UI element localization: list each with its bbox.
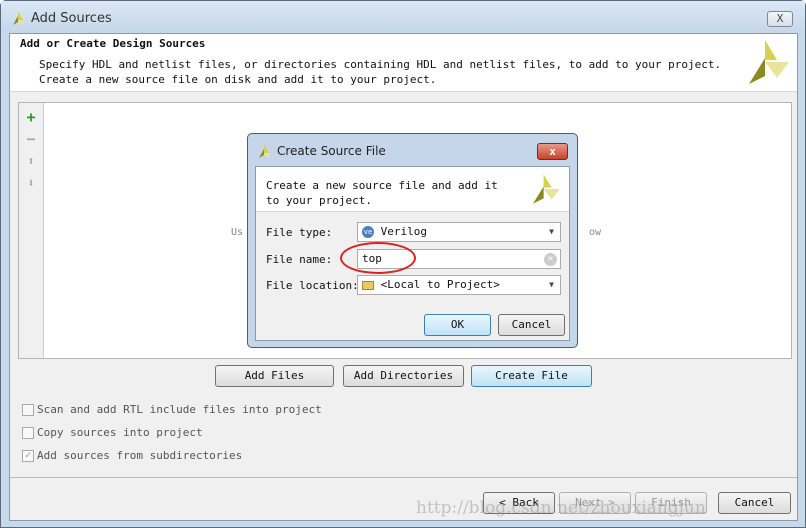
copy-sources-checkbox[interactable]: Copy sources into project — [22, 426, 203, 439]
vivado-logo-icon — [533, 174, 560, 204]
cancel-button[interactable]: Cancel — [718, 492, 791, 514]
vivado-logo-icon — [749, 40, 789, 84]
add-directories-button[interactable]: Add Directories — [343, 365, 464, 387]
footer-divider — [10, 477, 797, 478]
checkbox-box[interactable] — [22, 427, 34, 439]
chevron-down-icon[interactable]: ▼ — [549, 223, 554, 241]
scan-rtl-checkbox[interactable]: Scan and add RTL include files into proj… — [22, 403, 322, 416]
ok-button[interactable]: OK — [424, 314, 491, 336]
file-location-select[interactable]: <Local to Project> ▼ — [357, 275, 561, 295]
dialog-header: Create a new source file and add it to y… — [256, 167, 569, 212]
move-down-icon[interactable]: ⬇ — [23, 175, 39, 191]
add-subdirectories-checkbox[interactable]: ✓ Add sources from subdirectories — [22, 449, 242, 462]
file-name-input[interactable]: top ✕ — [357, 249, 561, 269]
dialog-close-button[interactable]: x — [537, 143, 568, 160]
page-description: Specify HDL and netlist files, or direct… — [39, 58, 722, 86]
add-files-button[interactable]: Add Files — [215, 365, 334, 387]
list-hint-text: ow — [589, 227, 602, 238]
checkbox-box[interactable] — [22, 404, 34, 416]
add-icon[interactable]: + — [23, 109, 39, 125]
dialog-title: Create Source File — [277, 144, 386, 158]
move-up-icon[interactable]: ⬆ — [23, 153, 39, 169]
checkbox-label: Scan and add RTL include files into proj… — [37, 403, 322, 416]
verilog-icon: ve — [362, 226, 374, 238]
clear-icon[interactable]: ✕ — [544, 253, 557, 266]
file-type-label: File type: — [266, 226, 333, 239]
wizard-header: Add or Create Design Sources Specify HDL… — [10, 34, 797, 92]
back-button[interactable]: < Back — [483, 492, 555, 514]
dialog-cancel-button[interactable]: Cancel — [498, 314, 565, 336]
file-location-value: <Local to Project> — [380, 278, 500, 291]
page-title: Add or Create Design Sources — [20, 37, 206, 50]
window-title: Add Sources — [31, 11, 112, 26]
folder-icon — [362, 280, 374, 290]
checkbox-label: Copy sources into project — [37, 426, 203, 439]
create-file-button[interactable]: Create File — [471, 365, 592, 387]
dialog-description: Create a new source file and add it to y… — [266, 179, 498, 207]
file-type-value: Verilog — [380, 225, 427, 238]
vivado-logo-icon — [259, 144, 271, 158]
checkbox-label: Add sources from subdirectories — [37, 449, 243, 462]
checkmark-icon[interactable]: ✓ — [22, 450, 34, 462]
title-bar: Add Sources X — [1, 1, 805, 33]
create-source-file-dialog: Create Source File x Create a new source… — [247, 133, 578, 348]
chevron-down-icon[interactable]: ▼ — [549, 276, 554, 294]
next-button[interactable]: Next > — [559, 492, 631, 514]
finish-button[interactable]: Finish — [635, 492, 707, 514]
list-hint-text: Us — [231, 227, 244, 238]
list-toolbar: + − ⬆ ⬇ — [19, 103, 44, 358]
file-name-value: top — [362, 252, 382, 265]
vivado-logo-icon — [13, 11, 25, 25]
close-button[interactable]: X — [767, 11, 793, 27]
file-location-label: File location: — [266, 279, 359, 292]
file-name-label: File name: — [266, 253, 333, 266]
dialog-body: Create a new source file and add it to y… — [255, 166, 570, 341]
file-type-select[interactable]: ve Verilog ▼ — [357, 222, 561, 242]
remove-icon[interactable]: − — [23, 131, 39, 147]
